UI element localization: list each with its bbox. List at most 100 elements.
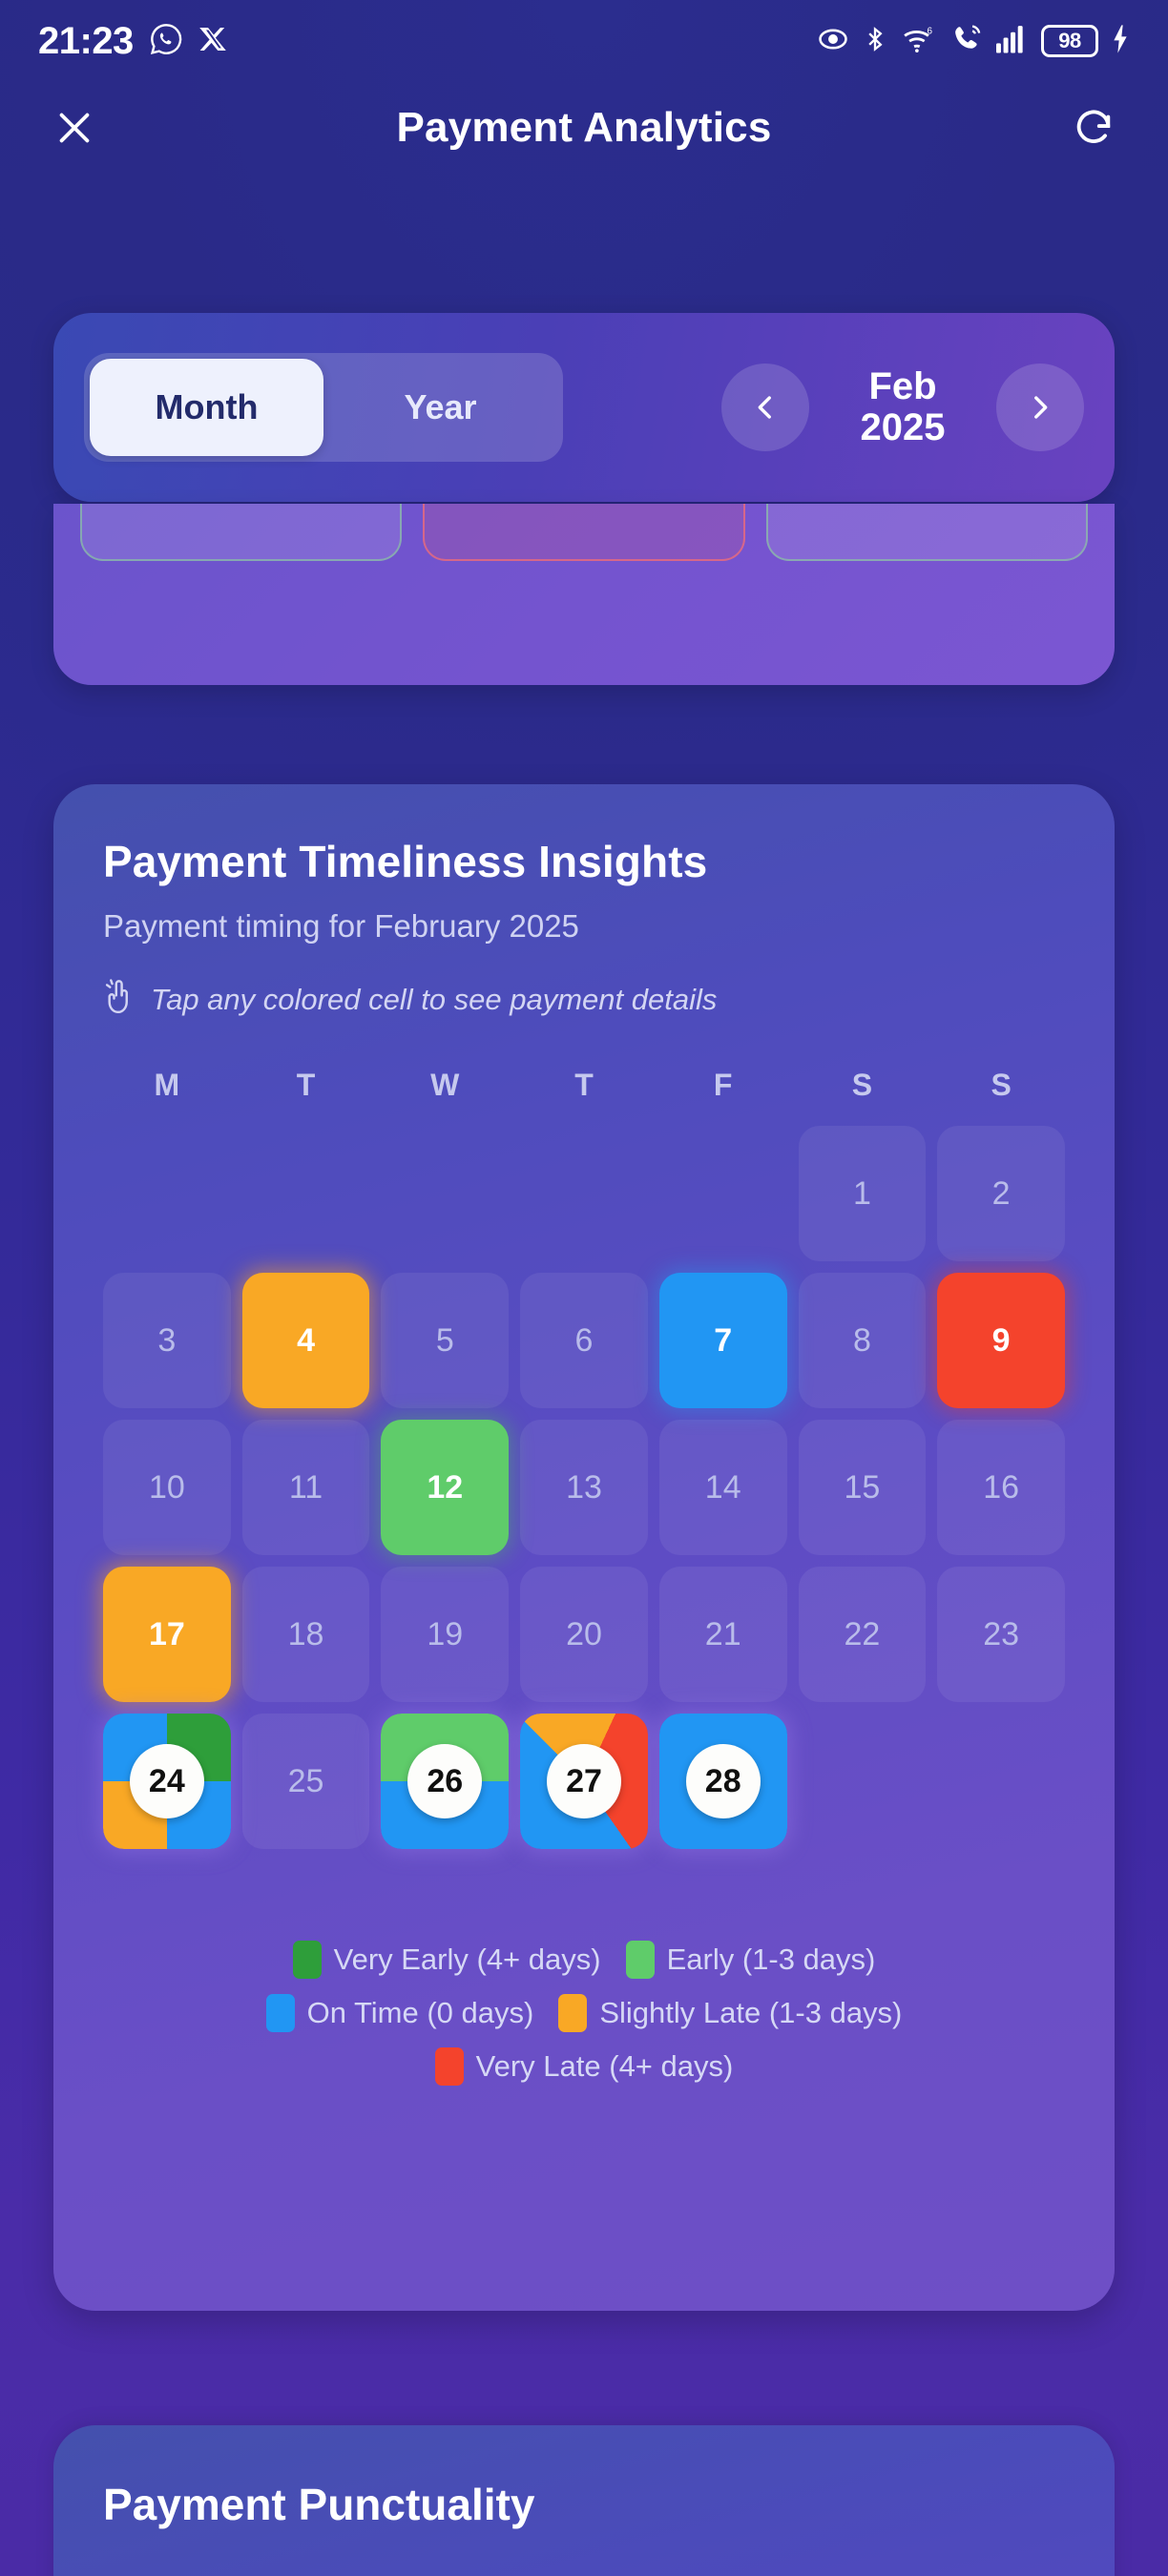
calendar-day-number: 17 [148,1615,185,1652]
punctuality-title: Payment Punctuality [103,2480,535,2529]
legend-label: Very Early (4+ days) [333,1942,601,1976]
payment-punctuality-card: Payment Punctuality [53,2425,1115,2576]
amount-row: $209.00 $19.00 $190.00 [53,504,1115,561]
amount-card-total[interactable]: $209.00 [80,504,403,561]
calendar-day-number: 11 [288,1468,323,1506]
calendar-day-cell[interactable]: 10 [103,1420,231,1555]
calendar-day-number: 14 [704,1468,741,1506]
previous-month-button[interactable] [721,364,809,451]
calendar-day-cell[interactable]: 24 [103,1714,231,1849]
calendar-day-cell[interactable]: 9 [937,1273,1065,1408]
legend-item-very-early: Very Early (4+ days) [292,1941,601,1979]
calendar-day-cell[interactable]: 11 [241,1420,370,1555]
calendar-day-cell[interactable]: 2 [937,1126,1065,1261]
calendar-day-cell[interactable]: 3 [103,1273,231,1408]
svg-text:6: 6 [928,26,933,36]
calendar-day-number: 13 [566,1468,602,1506]
calendar-day-cell[interactable]: 20 [520,1567,648,1702]
period-toggle[interactable]: Month Year [84,353,563,462]
current-year: 2025 [860,406,946,448]
calendar-day-cell[interactable]: 22 [798,1567,927,1702]
day-header-fri: F [713,1068,733,1102]
calendar-day-number: 7 [714,1321,733,1359]
calendar-day-cell[interactable]: 7 [658,1273,787,1408]
amount-summary-strip: $209.00 $19.00 $190.00 [53,504,1115,685]
calendar-day-number: 2 [991,1174,1011,1212]
insights-subtitle: Payment timing for February 2025 [103,908,579,944]
calendar-day-number: 1 [852,1174,871,1212]
calendar-day-number: 19 [427,1615,464,1652]
calendar-day-cell[interactable]: 18 [241,1567,370,1702]
calendar-day-cell[interactable]: 17 [103,1567,231,1702]
tap-hint: Tap any colored cell to see payment deta… [103,977,1065,1022]
page-title: Payment Analytics [396,104,772,151]
calendar-week-row: 24 25 26 27 28 [103,1714,1065,1849]
x-twitter-icon [198,24,229,59]
calendar-day-number: 20 [566,1615,602,1652]
current-month: Feb [868,365,937,408]
calendar-day-cell[interactable]: 25 [241,1714,370,1849]
calendar-day-cell[interactable]: 27 [520,1714,648,1849]
calendar-day-headers: M T W T F S S [103,1058,1065,1112]
calendar-day-cell[interactable]: 14 [658,1420,787,1555]
calendar-day-cell[interactable]: 26 [381,1714,510,1849]
amount-card-paid[interactable]: $190.00 [765,504,1088,561]
calendar-day-cell[interactable]: 19 [381,1567,510,1702]
legend-item-slightly-late: Slightly Late (1-3 days) [558,1994,902,2032]
calendar-day-number: 5 [435,1321,454,1359]
charging-bolt-icon [1111,24,1130,59]
legend-item-early: Early (1-3 days) [625,1941,875,1979]
calendar-day-cell[interactable]: 4 [241,1273,370,1408]
legend-row: Very Late (4+ days) [103,2047,1065,2086]
timeliness-legend: Very Early (4+ days) Early (1-3 days) On… [103,1941,1065,2086]
wifi-icon: 6 [901,23,937,60]
signal-icon [994,24,1029,59]
calendar-day-cell[interactable]: 21 [658,1567,787,1702]
period-option-year[interactable]: Year [323,359,557,456]
current-period-label: Feb 2025 [821,366,985,448]
calendar-day-cell[interactable]: 28 [658,1714,787,1849]
period-selector-bar: Month Year Feb 2025 [53,313,1115,502]
calendar-day-cell[interactable]: 12 [381,1420,510,1555]
month-navigator: Feb 2025 [721,364,1084,451]
calendar-day-number: 25 [287,1762,324,1799]
day-header-sat: S [851,1068,873,1102]
legend-swatch [434,2047,464,2086]
period-option-month[interactable]: Month [90,359,323,456]
amount-card-outstanding[interactable]: $19.00 [423,504,745,561]
calendar-weeks: 1 2 3 4 5 6 7 8 9 10 11 12 13 14 15 16 17 18 19 20 21 22 23 24 2… [103,1126,1065,1849]
chevron-right-icon [1034,396,1048,419]
calendar-day-cell[interactable]: 15 [798,1420,927,1555]
calendar-day-cell[interactable]: 6 [520,1273,648,1408]
calendar-day-cell[interactable]: 23 [937,1567,1065,1702]
calendar-day-number: 4 [297,1321,316,1359]
status-bar-clock: 21:23 [38,19,134,62]
legend-item-on-time: On Time (0 days) [265,1994,533,2032]
battery-level: 98 [1058,29,1081,52]
calendar-day-number: 22 [844,1615,881,1652]
calendar-day-cell[interactable]: 1 [798,1126,927,1261]
status-bar-left: 21:23 [38,20,229,63]
calendar-day-cell[interactable]: 16 [937,1420,1065,1555]
calendar-empty-cell [520,1126,648,1261]
tap-hint-text: Tap any colored cell to see payment deta… [151,982,718,1016]
app-screen: 21:23 6 98 Payment Analytics Month Year … [0,0,1168,2576]
next-month-button[interactable] [996,364,1084,451]
calendar-day-number: 10 [148,1468,185,1506]
close-button[interactable] [46,99,103,156]
calendar-day-cell[interactable]: 13 [520,1420,648,1555]
calendar-day-number: 3 [157,1321,177,1359]
calendar-week-row: 12 [103,1126,1065,1261]
app-header: Payment Analytics [0,82,1168,174]
calendar-day-cell[interactable]: 5 [381,1273,510,1408]
calendar-day-number: 26 [407,1744,483,1818]
calendar-day-cell[interactable]: 8 [798,1273,927,1408]
bluetooth-icon [862,23,888,60]
calendar-week-row: 3 4 5 6 7 8 9 [103,1273,1065,1408]
refresh-button[interactable] [1065,99,1122,156]
legend-label: Slightly Late (1-3 days) [599,1996,903,2029]
whatsapp-icon [149,22,183,61]
payment-timeliness-card: Payment Timeliness Insights Payment timi… [53,784,1115,2311]
calendar-empty-cell [937,1714,1065,1849]
legend-swatch [558,1994,588,2032]
